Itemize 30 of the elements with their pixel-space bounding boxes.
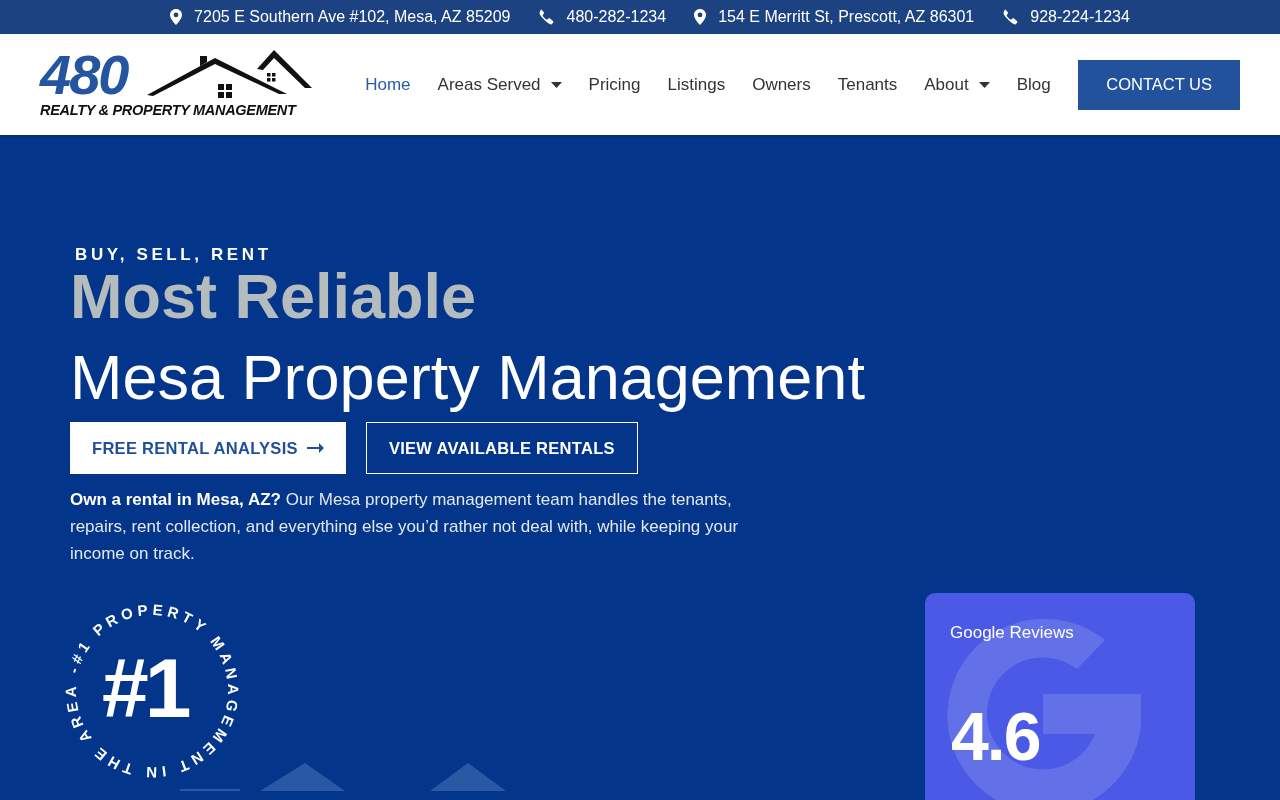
nav-link[interactable]: Pricing: [575, 74, 654, 95]
caret-icon: [978, 81, 990, 88]
nav-link[interactable]: Blog: [1003, 74, 1065, 95]
arrow-right-icon: [306, 443, 324, 453]
map-pin-icon: [694, 9, 707, 25]
cta-button[interactable]: FREE RENTAL ANALYSIS: [70, 422, 346, 474]
nav-link[interactable]: Owners: [738, 74, 825, 95]
phone-icon: [538, 9, 555, 25]
map-pin-icon: [170, 9, 183, 25]
cta-button[interactable]: VIEW AVAILABLE RENTALS: [365, 422, 638, 474]
rating-value: 4.6: [951, 697, 1040, 775]
nav-link[interactable]: About: [910, 74, 1004, 95]
headline: Most Reliable: [70, 265, 477, 327]
contact-text[interactable]: 154 E Merritt St, Prescott, AZ 86301: [718, 8, 975, 26]
nav-link[interactable]: Home: [351, 74, 425, 95]
contact-button[interactable]: CONTACT US: [1078, 59, 1240, 110]
house-roof-icon: [147, 49, 313, 100]
intro-paragraph: Own a rental in Mesa, AZ? Our Mesa property management team handles the tenants, repairs, rent collection, and everything else you’d rather not deal with, while keeping your income on track.: [70, 489, 740, 565]
card-title: Google Reviews: [950, 623, 1074, 643]
phone-icon: [1002, 9, 1019, 25]
nav-link[interactable]: Listings: [654, 74, 739, 95]
caret-icon: [550, 81, 562, 88]
nav-link[interactable]: Areas Served: [424, 74, 576, 95]
contact-text[interactable]: 480-282-1234: [566, 8, 667, 26]
nav-link[interactable]: Tenants: [824, 74, 911, 95]
contact-text[interactable]: 928-224-1234: [1030, 8, 1130, 26]
eyebrow-text: BUY, SELL, RENT: [75, 245, 272, 265]
logo-tagline[interactable]: REALTY & PROPERTY MANAGEMENT: [40, 101, 296, 118]
contact-text[interactable]: 7205 E Southern Ave #102, Mesa, AZ 85209: [194, 8, 511, 26]
headline: Mesa Property Management: [70, 341, 865, 413]
